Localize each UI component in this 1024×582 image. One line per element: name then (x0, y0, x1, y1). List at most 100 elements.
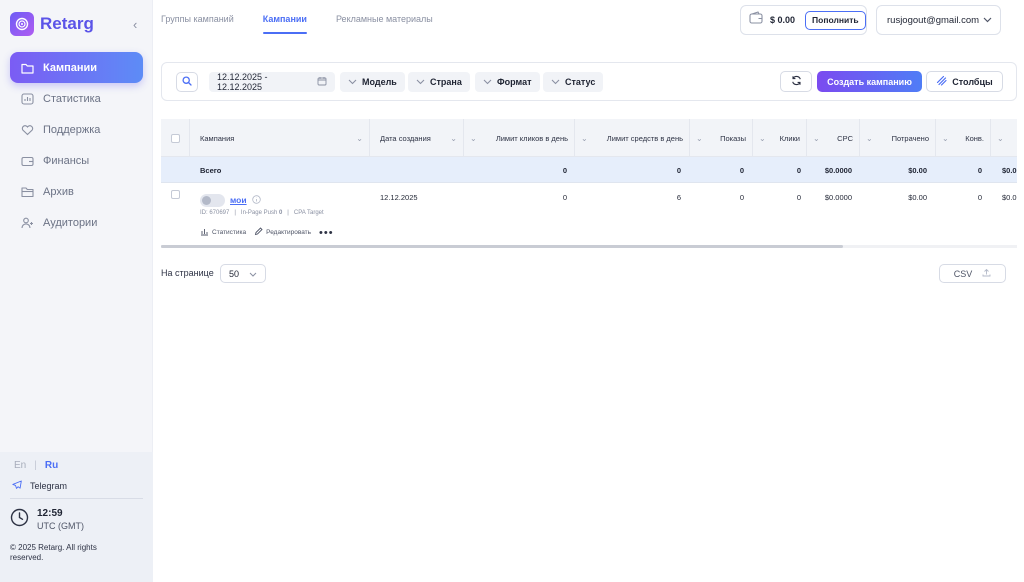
column-header-funds-limit[interactable]: ⌄ Лимит средств в день (575, 119, 690, 157)
sidebar: Retarg ‹ Кампании Статистика Поддержка Ф… (0, 0, 153, 582)
select-all-checkbox[interactable] (170, 133, 180, 143)
clock-timezone: UTC (GMT) (37, 521, 84, 531)
divider (10, 498, 143, 499)
sidebar-item-audiences[interactable]: Аудитории (10, 207, 143, 238)
refresh-icon (791, 73, 802, 91)
scrollbar-thumb[interactable] (161, 245, 843, 248)
lang-separator: | (34, 460, 37, 471)
column-header-clicks[interactable]: ⌄ Клики (753, 119, 807, 157)
filter-status[interactable]: Статус (543, 72, 604, 92)
tab-campaigns[interactable]: Кампании (262, 14, 308, 34)
archive-icon (20, 185, 34, 199)
campaign-status-toggle[interactable] (200, 193, 225, 207)
tab-campaign-groups[interactable]: Группы кампаний (161, 14, 234, 24)
filter-format[interactable]: Формат (475, 72, 540, 92)
user-plus-icon (20, 216, 34, 230)
column-header-impressions[interactable]: ⌄ Показы (690, 119, 753, 157)
chevron-down-icon: ⌄ (759, 133, 766, 143)
tab-creatives[interactable]: Рекламные материалы (336, 14, 433, 24)
campaign-stats-link[interactable]: Статистика (200, 227, 246, 238)
per-page-value: 50 (229, 268, 240, 279)
refresh-button[interactable] (780, 71, 812, 92)
bar-chart-icon (20, 92, 34, 106)
campaign-name-link[interactable]: мои (230, 195, 247, 205)
column-header-label: Клики (779, 133, 800, 143)
lang-en[interactable]: En (14, 460, 26, 471)
filter-country[interactable]: Страна (408, 72, 470, 92)
column-header-extra[interactable]: ⌄ (991, 119, 1017, 157)
columns-icon (936, 75, 947, 88)
campaign-clicks: 0 (796, 193, 801, 202)
campaign-funds-limit: 6 (676, 193, 681, 202)
logo[interactable]: Retarg (10, 12, 94, 36)
wallet-icon (749, 11, 764, 29)
column-header-clicks-limit[interactable]: ⌄ Лимит кликов в день (464, 119, 575, 157)
sidebar-item-finance[interactable]: Финансы (10, 145, 143, 176)
csv-export-button[interactable]: CSV (939, 264, 1006, 283)
campaign-extra: $0.0 (1002, 193, 1017, 202)
sidebar-item-label: Кампании (43, 61, 98, 74)
date-range-picker[interactable]: 12.12.2025 - 12.12.2025 (209, 72, 335, 92)
balance-widget: $ 0.00 Пополнить (740, 5, 867, 35)
telegram-link[interactable]: Telegram (12, 480, 67, 492)
chevron-down-icon (551, 77, 560, 87)
user-email: rusjogout@gmail.com (887, 14, 980, 26)
column-header-conv[interactable]: ⌄ Конв. (936, 119, 991, 157)
campaign-cpc: $0.0000 (824, 193, 852, 202)
copyright: © 2025 Retarg. All rights reserved. (10, 543, 97, 562)
column-header-created[interactable]: Дата создания ⌄ (370, 119, 464, 157)
sidebar-item-support[interactable]: Поддержка (10, 114, 143, 145)
column-header-cpc[interactable]: ⌄ CPC (807, 119, 860, 157)
sidebar-item-archive[interactable]: Архив (10, 176, 143, 207)
campaign-impressions: 0 (739, 193, 744, 202)
more-icon[interactable]: ••• (319, 227, 334, 238)
campaign-edit-link[interactable]: Редактировать (254, 227, 311, 238)
chevron-down-icon: ⌄ (581, 133, 588, 143)
filter-bar: 12.12.2025 - 12.12.2025 Модель Страна Фо… (161, 62, 1017, 101)
campaign-clicks-limit: 0 (562, 193, 567, 202)
column-header-label: Лимит средств в день (606, 133, 683, 143)
info-icon[interactable] (251, 191, 261, 209)
lang-ru[interactable]: Ru (45, 460, 58, 471)
sidebar-item-statistics[interactable]: Статистика (10, 83, 143, 114)
campaign-conv: 0 (977, 193, 982, 202)
collapse-sidebar-icon[interactable]: ‹ (133, 17, 137, 32)
clock-widget: 12:59 UTC (GMT) (10, 508, 84, 532)
search-button[interactable] (176, 72, 198, 92)
columns-button[interactable]: Столбцы (926, 71, 1003, 92)
sidebar-nav: Кампании Статистика Поддержка Финансы Ар… (10, 52, 143, 238)
campaign-edit-label: Редактировать (266, 229, 312, 236)
chevron-down-icon: ⌄ (470, 133, 477, 143)
chevron-down-icon (983, 15, 992, 26)
campaign-stats-label: Статистика (212, 229, 247, 236)
chevron-down-icon (348, 77, 357, 87)
sidebar-footer: En | Ru Telegram 12:59 UTC (GMT) © 2025 … (0, 452, 153, 582)
chevron-down-icon: ⌄ (942, 133, 949, 143)
row-checkbox[interactable] (171, 190, 180, 199)
create-campaign-button[interactable]: Создать кампанию (817, 71, 922, 92)
totals-label: Всего (200, 165, 222, 175)
chevron-down-icon (483, 77, 492, 87)
language-switcher: En | Ru (14, 460, 58, 471)
sidebar-item-label: Поддержка (43, 123, 101, 136)
column-header-spent[interactable]: ⌄ Потрачено (860, 119, 936, 157)
search-icon (182, 73, 192, 91)
totals-extra: $0.0 (1002, 165, 1017, 175)
pencil-icon (254, 227, 263, 238)
horizontal-scrollbar[interactable] (161, 245, 1017, 248)
sidebar-item-campaigns[interactable]: Кампании (10, 52, 143, 83)
column-header-label: Лимит кликов в день (495, 133, 568, 143)
upload-icon (982, 268, 991, 279)
per-page-select[interactable]: 50 (220, 264, 266, 283)
topup-button[interactable]: Пополнить (805, 10, 866, 30)
totals-impressions: 0 (739, 165, 744, 175)
telegram-icon (12, 480, 22, 492)
campaigns-table: Кампания ⌄ Дата создания ⌄ ⌄ Лимит клико… (161, 119, 1017, 245)
totals-cpc: $0.0000 (824, 165, 852, 175)
campaign-actions: Статистика Редактировать ••• (200, 227, 334, 238)
user-menu[interactable]: rusjogout@gmail.com (876, 5, 1001, 35)
filter-format-label: Формат (497, 77, 532, 87)
top-bar: Группы кампаний Кампании Рекламные матер… (153, 0, 1024, 40)
column-header-campaign[interactable]: Кампания ⌄ (190, 119, 370, 157)
filter-model[interactable]: Модель (340, 72, 405, 92)
